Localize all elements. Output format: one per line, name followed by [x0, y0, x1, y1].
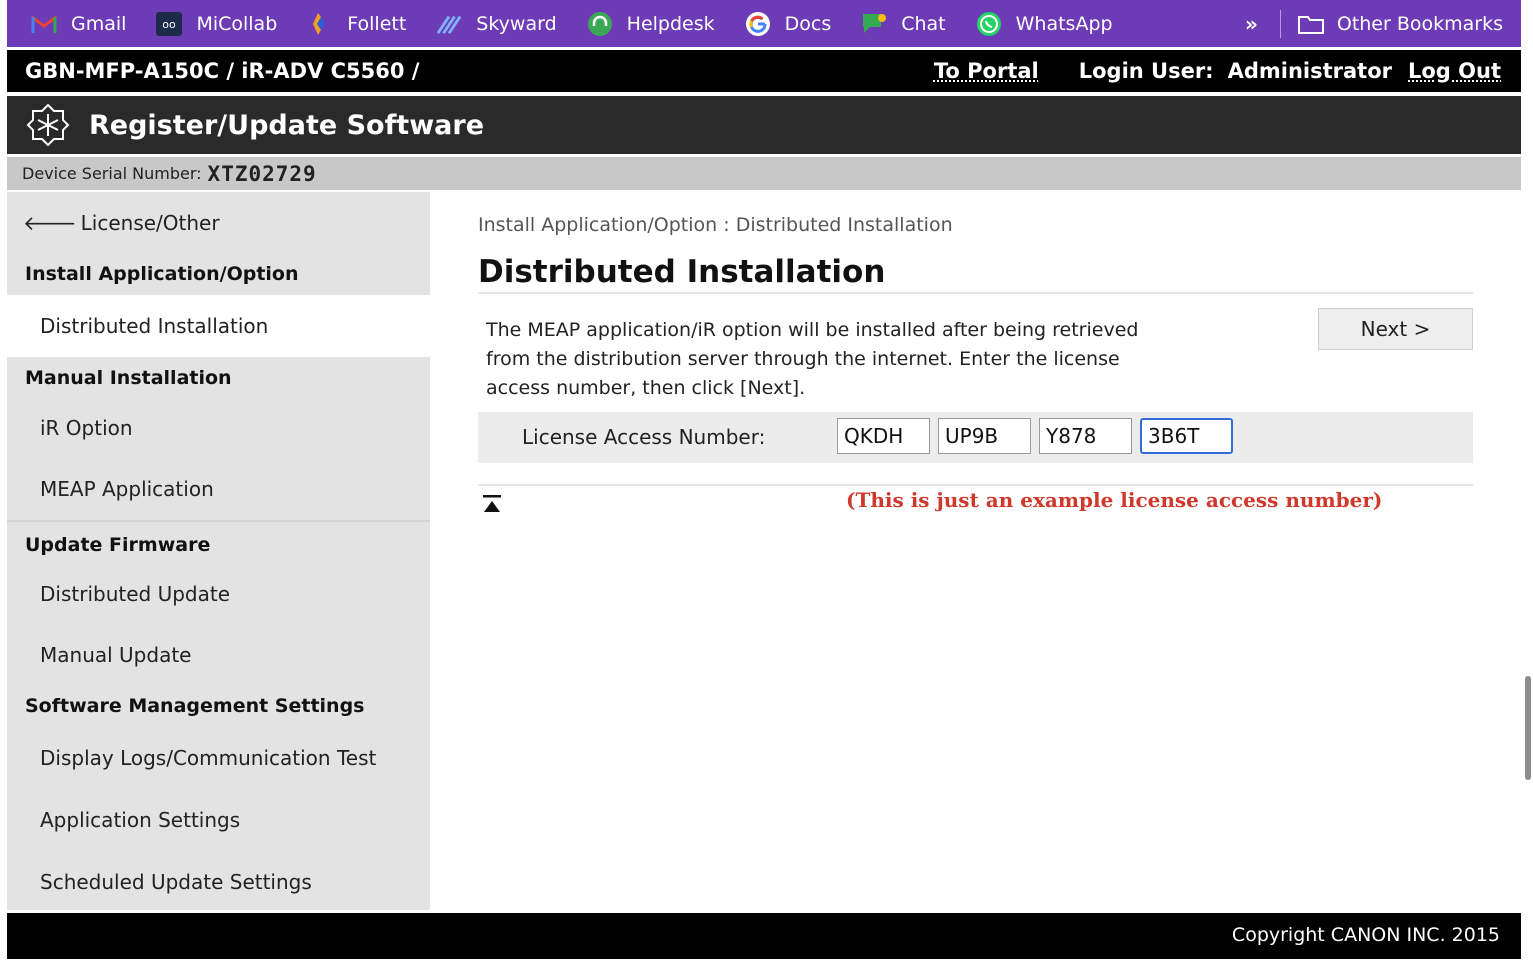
whatsapp-icon: [976, 11, 1002, 37]
license-access-label: License Access Number:: [522, 425, 766, 449]
bookmark-label: Follett: [347, 12, 407, 35]
example-note: (This is just an example license access …: [846, 488, 1383, 512]
sidebar-item-display-logs[interactable]: Display Logs/Communication Test: [7, 727, 430, 789]
chat-icon: [861, 11, 887, 37]
micollab-icon: oo: [156, 11, 183, 37]
bookmarks-right: » Other Bookmarks: [1245, 0, 1503, 47]
description-line: access number, then click [Next].: [486, 377, 806, 399]
bookmark-label: Skyward: [476, 12, 557, 35]
description-line: from the distribution server through the…: [486, 348, 1120, 370]
arrow-left-icon: 🡐: [23, 211, 77, 235]
back-to-top-icon[interactable]: [482, 494, 502, 514]
sidebar-item-distributed-installation[interactable]: Distributed Installation: [7, 295, 430, 357]
sidebar-heading-software-management: Software Management Settings: [25, 695, 365, 717]
description-line: The MEAP application/iR option will be i…: [486, 319, 1139, 341]
page-title: Distributed Installation: [478, 254, 886, 290]
bookmark-label: WhatsApp: [1015, 12, 1113, 35]
bookmark-label: Gmail: [71, 12, 127, 35]
main-content: Install Application/Option : Distributed…: [430, 192, 1521, 910]
bookmark-label: Helpdesk: [626, 12, 715, 35]
login-user-label: Login User:: [1078, 59, 1214, 83]
other-bookmarks[interactable]: Other Bookmarks: [1337, 13, 1503, 35]
back-label: License/Other: [80, 211, 220, 235]
bookmark-follett[interactable]: Follett: [307, 11, 406, 37]
sidebar-heading-manual-installation: Manual Installation: [25, 367, 232, 389]
bookmark-label: Chat: [901, 12, 946, 35]
back-to-license-other[interactable]: 🡐 License/Other: [7, 192, 430, 254]
bookmarks-divider: [1279, 9, 1281, 38]
bookmarks-overflow-button[interactable]: »: [1245, 12, 1258, 36]
bookmark-helpdesk[interactable]: Helpdesk: [587, 11, 715, 37]
sidebar-item-scheduled-update-settings[interactable]: Scheduled Update Settings: [7, 851, 430, 913]
device-header: GBN-MFP-A150C / iR-ADV C5560 / To Portal…: [7, 50, 1521, 92]
license-field-2[interactable]: UP9B: [938, 418, 1031, 454]
skyward-icon: [436, 11, 462, 37]
title-divider: [478, 292, 1473, 294]
software-update-icon: [25, 102, 71, 148]
next-button[interactable]: Next >: [1318, 308, 1473, 350]
bookmark-label: MiCollab: [196, 12, 278, 35]
license-field-4[interactable]: 3B6T: [1140, 418, 1233, 454]
bookmark-whatsapp[interactable]: WhatsApp: [976, 11, 1113, 37]
content-divider: [478, 484, 1473, 486]
bookmark-micollab[interactable]: oo MiCollab: [156, 11, 277, 37]
breadcrumb: Install Application/Option : Distributed…: [478, 214, 953, 236]
bookmarks-bar: Gmail oo MiCollab Follett Skyward Helpde…: [7, 0, 1521, 47]
device-links: To Portal Login User: Administrator Log …: [934, 59, 1501, 83]
license-field-3[interactable]: Y878: [1039, 418, 1132, 454]
sidebar-heading-update-firmware: Update Firmware: [25, 534, 211, 556]
google-icon: [745, 11, 771, 37]
description: The MEAP application/iR option will be i…: [486, 316, 1186, 403]
sidebar: 🡐 License/Other Install Application/Opti…: [7, 192, 430, 910]
device-name: GBN-MFP-A150C / iR-ADV C5560 /: [25, 59, 420, 83]
bookmark-gmail[interactable]: Gmail: [31, 11, 126, 37]
sidebar-item-application-settings[interactable]: Application Settings: [7, 789, 430, 851]
svg-text:oo: oo: [163, 18, 177, 31]
sidebar-item-distributed-update[interactable]: Distributed Update: [7, 564, 430, 624]
sidebar-item-meap-application[interactable]: MEAP Application: [7, 457, 430, 522]
scrollbar-thumb[interactable]: [1525, 676, 1531, 780]
serial-bar: Device Serial Number: XTZ02729: [7, 157, 1521, 190]
login-user-name: Administrator: [1227, 59, 1392, 83]
folder-icon: [1297, 13, 1325, 35]
copyright: Copyright CANON INC. 2015: [1231, 924, 1500, 946]
footer: Copyright CANON INC. 2015: [7, 913, 1521, 959]
bookmark-skyward[interactable]: Skyward: [436, 11, 557, 37]
bookmark-docs[interactable]: Docs: [745, 11, 832, 37]
gmail-icon: [31, 11, 57, 37]
page-header: Register/Update Software: [7, 96, 1521, 154]
sidebar-item-manual-update[interactable]: Manual Update: [7, 624, 430, 685]
header-title: Register/Update Software: [89, 109, 485, 141]
serial-value: XTZ02729: [207, 161, 317, 186]
sidebar-item-ir-option[interactable]: iR Option: [7, 399, 430, 457]
sidebar-heading-install: Install Application/Option: [25, 263, 299, 285]
follett-icon: [307, 11, 333, 37]
helpdesk-icon: [587, 11, 613, 37]
log-out-link[interactable]: Log Out: [1408, 59, 1501, 83]
license-access-row: License Access Number: QKDH UP9B Y878 3B…: [478, 412, 1473, 463]
to-portal-link[interactable]: To Portal: [934, 59, 1039, 83]
bookmark-label: Docs: [784, 12, 832, 35]
bookmark-chat[interactable]: Chat: [861, 11, 946, 37]
license-field-1[interactable]: QKDH: [837, 418, 930, 454]
serial-label: Device Serial Number:: [22, 164, 202, 183]
